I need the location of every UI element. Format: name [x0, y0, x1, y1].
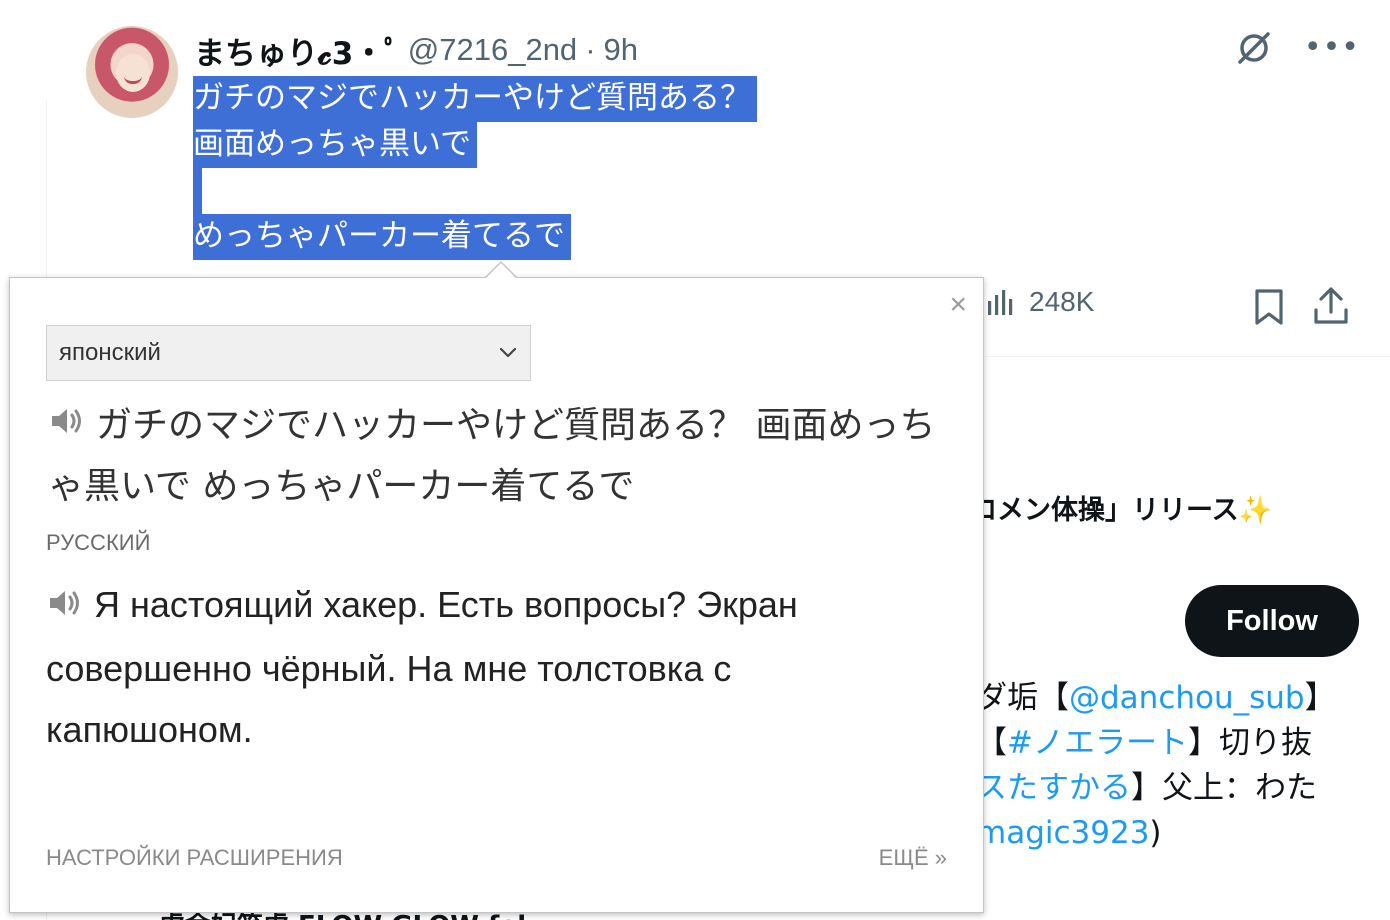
bio-line: magic3923) — [976, 811, 1336, 856]
tweet-text-line: ガチのマジでハッカーやけど質問ある？ — [193, 76, 757, 122]
bio-text: 】 — [1304, 680, 1336, 716]
avatar[interactable] — [86, 26, 178, 118]
extension-settings-link[interactable]: НАСТРОЙКИ РАСШИРЕНИЯ — [46, 845, 343, 871]
views-icon — [988, 290, 1013, 315]
bio-line: 【#ノエラート】切り抜 — [976, 721, 1336, 766]
views-count: 248K — [1029, 286, 1095, 317]
source-language-select[interactable]: японский — [46, 325, 531, 381]
tweet-text-line: 画面めっちゃ黒いで — [193, 122, 478, 168]
speaker-icon[interactable] — [48, 397, 86, 457]
share-icon[interactable] — [1313, 286, 1349, 330]
grok-icon[interactable] — [1234, 28, 1274, 68]
translation-result: Я настоящий хакер. Есть вопросы? Экран с… — [46, 574, 946, 760]
promo-text[interactable]: ロメン体操」リリース✨ — [970, 488, 1390, 527]
more-link[interactable]: ЕЩЁ » — [879, 845, 947, 871]
source-language-value: японский — [59, 339, 161, 366]
bio-link[interactable]: magic3923 — [976, 815, 1149, 851]
tweet-header-actions: ••• — [1234, 28, 1360, 68]
chevron-down-icon — [499, 347, 517, 358]
tweet-time[interactable]: 9h — [604, 32, 638, 68]
tweet-actions: 248K — [985, 286, 1348, 325]
target-language-label[interactable]: РУССКИЙ — [46, 530, 150, 556]
bookmark-icon[interactable] — [1253, 288, 1285, 330]
tweet-text-line: めっちゃパーカー着てるで — [193, 214, 571, 260]
bio-line: スたすかる】父上：わた — [976, 766, 1336, 811]
divider — [985, 356, 1390, 357]
tweet-text-line-empty — [193, 168, 202, 214]
bio-link[interactable]: スたすかる — [976, 770, 1131, 806]
views-button[interactable]: 248K — [985, 286, 1094, 318]
bio-line: ダ垢【@danchou_sub】 — [976, 676, 1336, 721]
bio-hashtag-link[interactable]: #ノエラート — [1007, 725, 1188, 761]
tweet-header: まちゅり𝓬3·ﾟ @7216_2nd · 9h — [194, 28, 638, 72]
sparkle-icon: ✨ — [1238, 495, 1273, 526]
speaker-icon[interactable] — [46, 577, 84, 638]
bio-link[interactable]: @danchou_sub — [1069, 680, 1305, 716]
translation-text: Я настоящий хакер. Есть вопросы? Экран с… — [46, 584, 798, 750]
bio-text: 】父上：わた — [1131, 770, 1317, 806]
close-icon[interactable]: × — [949, 290, 967, 320]
tweet-text-selected[interactable]: ガチのマジでハッカーやけど質問ある？ 画面めっちゃ黒いで めっちゃパーカー着てる… — [193, 76, 757, 260]
display-name[interactable]: まちゅり𝓬3·ﾟ — [194, 28, 400, 73]
more-icon[interactable]: ••• — [1304, 33, 1360, 63]
bio-text: ダ垢【 — [976, 680, 1069, 716]
promo-label: ロメン体操」リリース — [970, 495, 1239, 526]
bio-text: 】切り抜 — [1187, 725, 1312, 761]
profile-bio: ダ垢【@danchou_sub】 【#ノエラート】切り抜 スたすかる】父上：わた… — [976, 676, 1336, 856]
translation-popup: × японский ガチのマジでハッカーやけど質問ある？ 画面めっちゃ黒いで … — [9, 277, 984, 913]
source-text: ガチのマジでハッカーやけど質問ある？ 画面めっちゃ黒いで めっちゃパーカー着てる… — [48, 396, 948, 517]
popup-arrow-inner — [486, 263, 516, 278]
separator-dot: · — [585, 32, 596, 67]
bio-text: ) — [1149, 815, 1162, 851]
user-handle[interactable]: @7216_2nd — [408, 32, 577, 68]
follow-button[interactable]: Follow — [1185, 585, 1359, 657]
source-text-content: ガチのマジでハッカーやけど質問ある？ 画面めっちゃ黒いで めっちゃパーカー着てる… — [48, 405, 936, 507]
avatar-face — [116, 54, 150, 92]
